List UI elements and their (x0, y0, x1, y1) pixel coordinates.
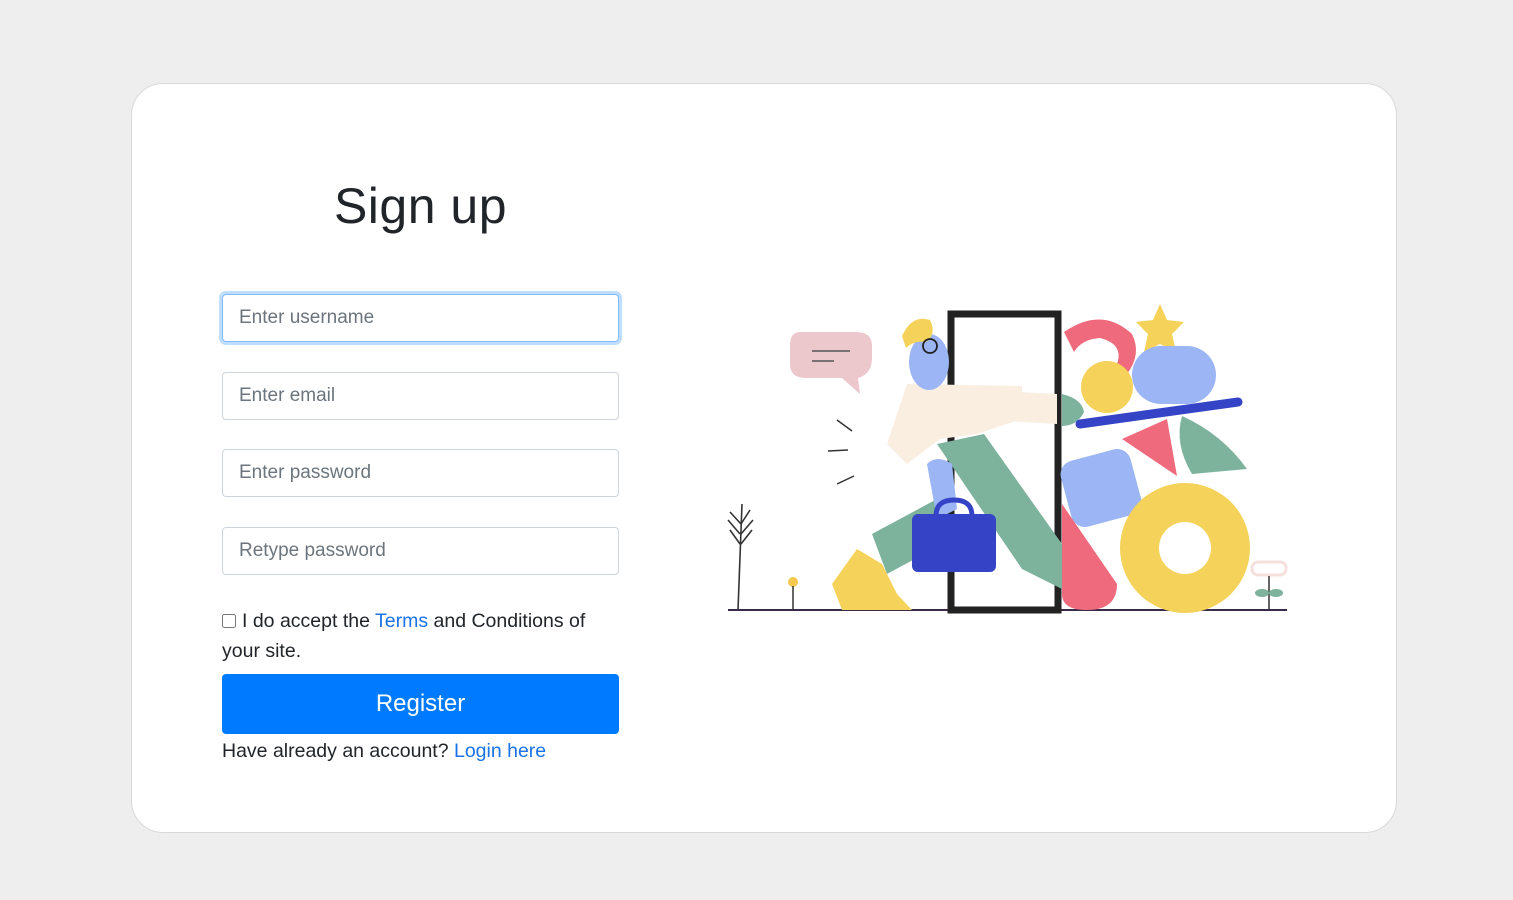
password-input[interactable] (222, 449, 619, 497)
signup-card: Sign up I do accept the Terms and Condit… (131, 83, 1397, 833)
flower-dot-icon (788, 577, 798, 587)
username-input[interactable] (222, 294, 619, 342)
terms-link[interactable]: Terms (375, 610, 428, 632)
register-button[interactable]: Register (222, 674, 619, 734)
signup-illustration (727, 304, 1288, 614)
login-row: Have already an account? Login here (222, 736, 546, 766)
terms-row: I do accept the Terms and Conditions of … (222, 606, 619, 666)
terms-checkbox[interactable] (222, 614, 236, 628)
login-prompt-text: Have already an account? (222, 740, 454, 762)
speech-bubble-icon (790, 332, 872, 394)
terms-prefix-text: I do accept the (242, 610, 375, 632)
sprout-icon (1250, 560, 1288, 610)
motion-lines (827, 419, 855, 485)
email-input[interactable] (222, 372, 619, 420)
login-link[interactable]: Login here (454, 740, 546, 762)
geometric-shapes (1060, 304, 1250, 613)
briefcase-icon (912, 514, 996, 572)
retype-password-input[interactable] (222, 527, 619, 575)
plant-icon (727, 503, 754, 611)
page-title: Sign up (333, 178, 508, 234)
